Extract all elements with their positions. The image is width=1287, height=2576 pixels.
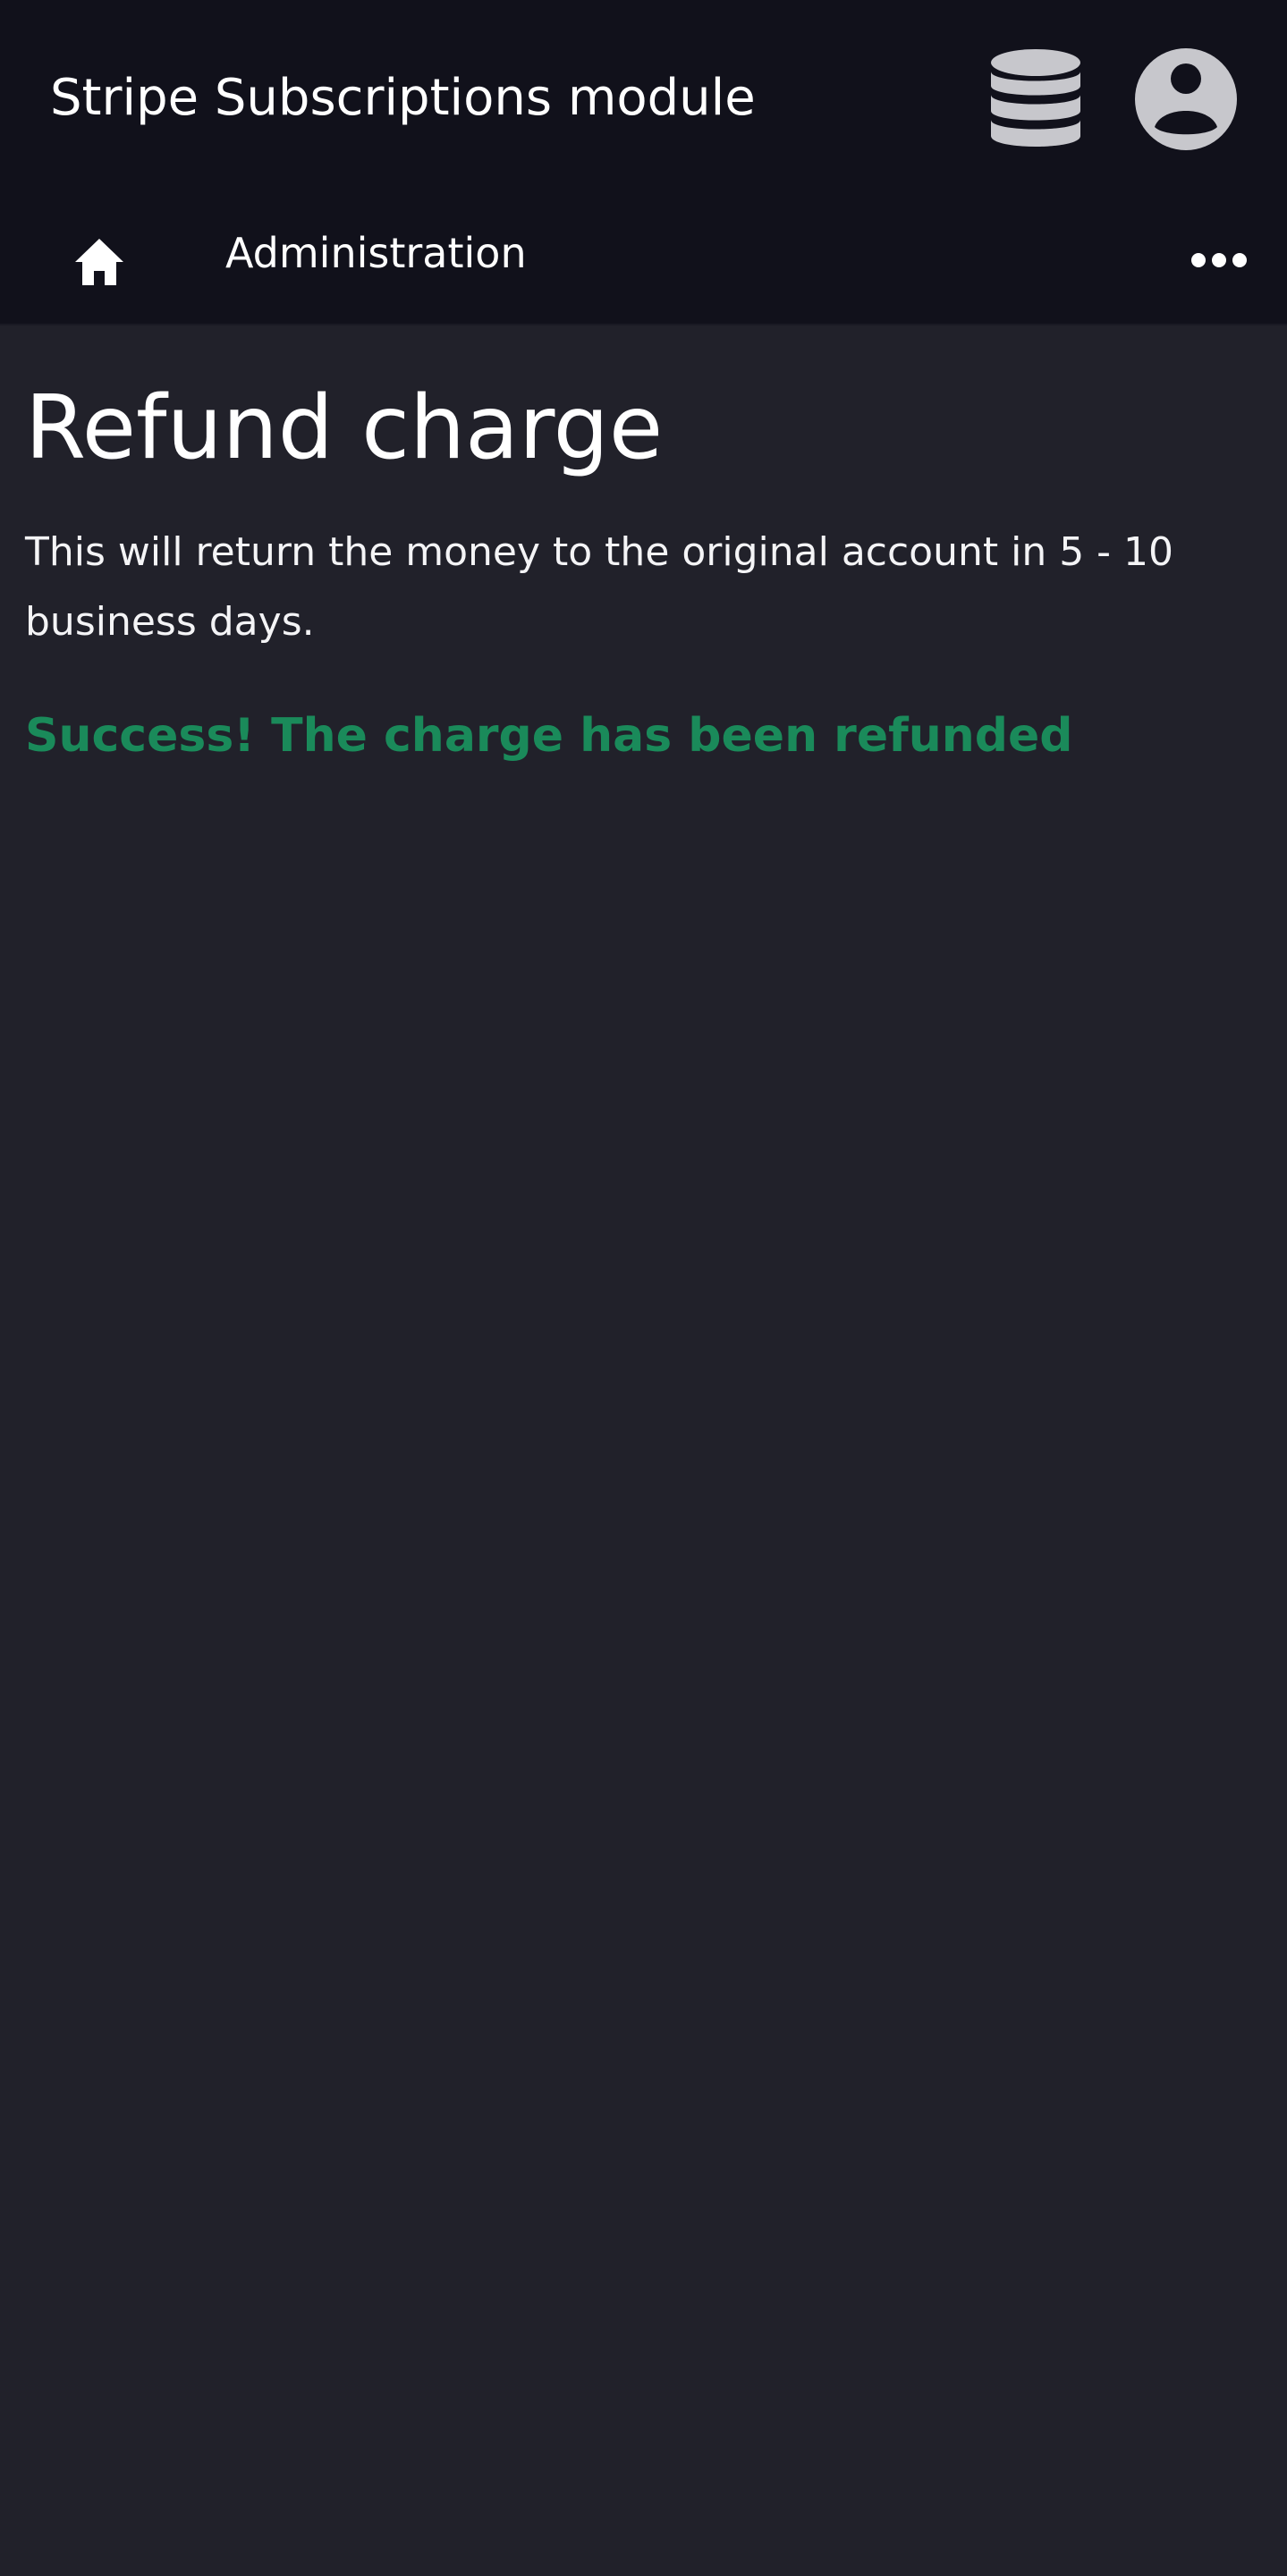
home-icon[interactable] (72, 235, 127, 291)
user-circle-icon[interactable] (1135, 48, 1237, 150)
page-title: Refund charge (25, 377, 664, 479)
nav-item-administration[interactable]: Administration (225, 226, 527, 280)
database-icon[interactable] (989, 48, 1082, 152)
app-header: Stripe Subscriptions module (0, 0, 1287, 199)
page-description: This will return the money to the origin… (25, 529, 1174, 645)
main-navigation: Administration (0, 199, 1287, 325)
ellipsis-icon[interactable] (1190, 249, 1249, 272)
main-content: Refund charge This will return the money… (25, 325, 1259, 766)
success-message: Success! The charge has been refunded (25, 709, 1073, 763)
app-title: Stripe Subscriptions module (50, 69, 756, 127)
